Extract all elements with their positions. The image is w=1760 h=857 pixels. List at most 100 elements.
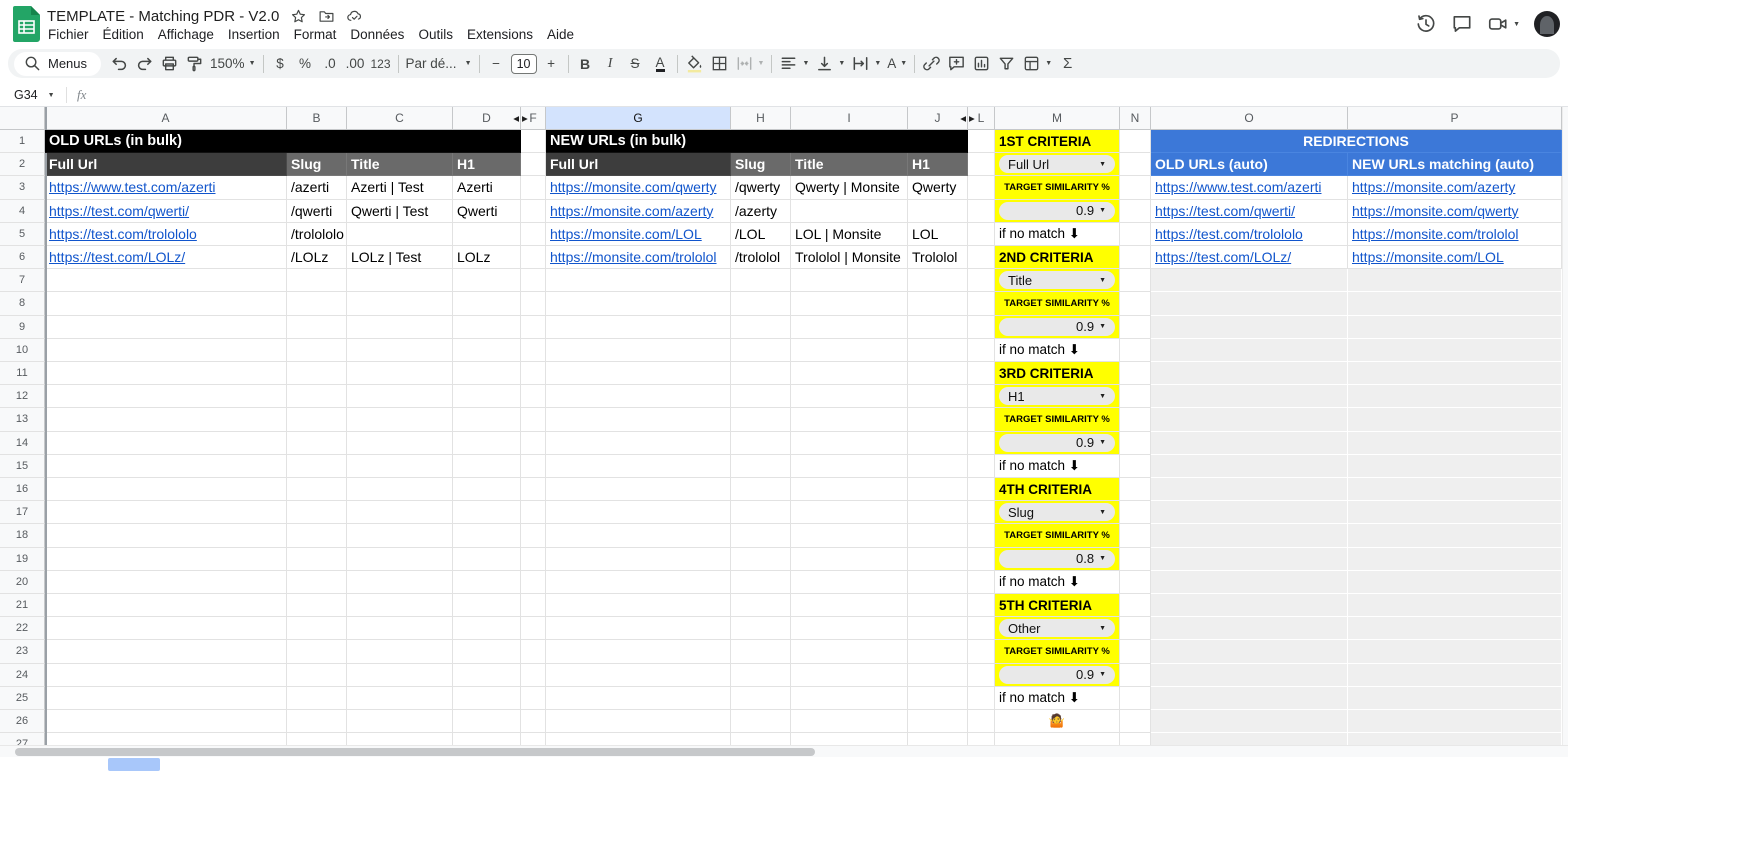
table-views-button[interactable]: ▼ xyxy=(1019,52,1055,76)
cell-M20[interactable]: if no match ⬇ xyxy=(995,570,1120,594)
cell-H8[interactable] xyxy=(731,292,791,316)
cell-M22[interactable]: Other ▼ xyxy=(995,617,1120,641)
cell-A25[interactable] xyxy=(45,686,287,710)
column-header-A[interactable]: A xyxy=(45,107,287,130)
cell-L27[interactable] xyxy=(968,733,995,745)
cell-P9[interactable] xyxy=(1348,315,1562,339)
cell-D21[interactable] xyxy=(453,594,521,618)
cell-A14[interactable] xyxy=(45,431,287,455)
cell-D11[interactable] xyxy=(453,362,521,386)
column-header-D[interactable]: D ◀ xyxy=(453,107,521,130)
cell-C18[interactable] xyxy=(347,524,453,548)
cell-B26[interactable] xyxy=(287,710,347,734)
cell-J11[interactable] xyxy=(908,362,968,386)
cell-O24[interactable] xyxy=(1151,663,1348,687)
cell-N11[interactable] xyxy=(1120,362,1151,386)
row-header-15[interactable]: 15 xyxy=(0,454,45,478)
cell-C19[interactable] xyxy=(347,547,453,571)
cell-B4[interactable]: /qwerti xyxy=(287,199,347,223)
cell-N1[interactable] xyxy=(1120,130,1151,154)
cell-I23[interactable] xyxy=(791,640,908,664)
zoom-select[interactable]: 150% ▼ xyxy=(207,52,258,76)
row-header-22[interactable]: 22 xyxy=(0,617,45,641)
row-header-21[interactable]: 21 xyxy=(0,594,45,618)
cell-F17[interactable] xyxy=(521,501,546,525)
cell-L12[interactable] xyxy=(968,385,995,409)
cell-M24[interactable]: 0.9 ▼ xyxy=(995,663,1120,687)
star-icon[interactable] xyxy=(290,8,307,25)
dropdown-chip-M24[interactable]: 0.9 ▼ xyxy=(999,665,1115,684)
cell-L7[interactable] xyxy=(968,269,995,293)
cell-C8[interactable] xyxy=(347,292,453,316)
cell-A8[interactable] xyxy=(45,292,287,316)
cell-N17[interactable] xyxy=(1120,501,1151,525)
cell-M2[interactable]: Full Url ▼ xyxy=(995,153,1120,177)
formula-input[interactable] xyxy=(86,84,1568,106)
cell-P18[interactable] xyxy=(1348,524,1562,548)
cell-I13[interactable] xyxy=(791,408,908,432)
cell-M8[interactable]: TARGET SIMILARITY % xyxy=(995,292,1120,316)
cell-J2[interactable]: H1 xyxy=(908,153,968,177)
cell-J7[interactable] xyxy=(908,269,968,293)
cell-M6[interactable]: 2ND CRITERIA xyxy=(995,246,1120,270)
font-select[interactable]: Par dé... ▼ xyxy=(403,52,475,76)
row-header-1[interactable]: 1 xyxy=(0,130,45,154)
cell-P16[interactable] xyxy=(1348,478,1562,502)
cell-G16[interactable] xyxy=(546,478,731,502)
cell-D25[interactable] xyxy=(453,686,521,710)
cell-P10[interactable] xyxy=(1348,338,1562,362)
cell-I14[interactable] xyxy=(791,431,908,455)
cell-N7[interactable] xyxy=(1120,269,1151,293)
sheet-tab-fragment[interactable] xyxy=(108,758,160,771)
cell-G18[interactable] xyxy=(546,524,731,548)
cell-N4[interactable] xyxy=(1120,199,1151,223)
dropdown-chip-M22[interactable]: Other ▼ xyxy=(999,619,1115,638)
cell-M11[interactable]: 3RD CRITERIA xyxy=(995,362,1120,386)
cell-M4[interactable]: 0.9 ▼ xyxy=(995,199,1120,223)
decrease-decimals-button[interactable]: .0 xyxy=(318,52,343,76)
cell-I15[interactable] xyxy=(791,454,908,478)
cell-L13[interactable] xyxy=(968,408,995,432)
cell-C20[interactable] xyxy=(347,570,453,594)
column-header-G[interactable]: G xyxy=(546,107,731,130)
dropdown-chip-M19[interactable]: 0.8 ▼ xyxy=(999,549,1115,568)
cell-O23[interactable] xyxy=(1151,640,1348,664)
cell-H17[interactable] xyxy=(731,501,791,525)
cell-A1[interactable]: OLD URLs (in bulk) xyxy=(45,130,521,154)
cell-H26[interactable] xyxy=(731,710,791,734)
cell-N24[interactable] xyxy=(1120,663,1151,687)
cell-F25[interactable] xyxy=(521,686,546,710)
cell-C22[interactable] xyxy=(347,617,453,641)
cell-O20[interactable] xyxy=(1151,570,1348,594)
cell-O2[interactable]: OLD URLs (auto) xyxy=(1151,153,1348,177)
cell-A26[interactable] xyxy=(45,710,287,734)
cell-J18[interactable] xyxy=(908,524,968,548)
cell-M27[interactable] xyxy=(995,733,1120,745)
cell-B8[interactable] xyxy=(287,292,347,316)
cell-D17[interactable] xyxy=(453,501,521,525)
cell-C4[interactable]: Qwerti | Test xyxy=(347,199,453,223)
text-color-button[interactable]: A xyxy=(648,52,673,76)
cell-H3[interactable]: /qwerty xyxy=(731,176,791,200)
currency-format-button[interactable]: $ xyxy=(268,52,293,76)
cell-G4[interactable]: https://monsite.com/azerty xyxy=(546,199,731,223)
cell-H15[interactable] xyxy=(731,454,791,478)
name-box[interactable]: G34 ▼ xyxy=(0,88,62,102)
cell-M21[interactable]: 5TH CRITERIA xyxy=(995,594,1120,618)
cell-H24[interactable] xyxy=(731,663,791,687)
cell-I5[interactable]: LOL | Monsite xyxy=(791,222,908,246)
cell-L16[interactable] xyxy=(968,478,995,502)
cell-P17[interactable] xyxy=(1348,501,1562,525)
cell-D23[interactable] xyxy=(453,640,521,664)
cell-B7[interactable] xyxy=(287,269,347,293)
increase-font-size-button[interactable]: + xyxy=(539,52,564,76)
unhide-column-icon[interactable]: ▶ xyxy=(522,114,528,123)
cell-J3[interactable]: Qwerty xyxy=(908,176,968,200)
column-header-L[interactable]: L ▶ xyxy=(968,107,995,130)
cell-M5[interactable]: if no match ⬇ xyxy=(995,222,1120,246)
cell-C25[interactable] xyxy=(347,686,453,710)
cell-N26[interactable] xyxy=(1120,710,1151,734)
cell-H5[interactable]: /LOL xyxy=(731,222,791,246)
cell-N16[interactable] xyxy=(1120,478,1151,502)
cell-H11[interactable] xyxy=(731,362,791,386)
